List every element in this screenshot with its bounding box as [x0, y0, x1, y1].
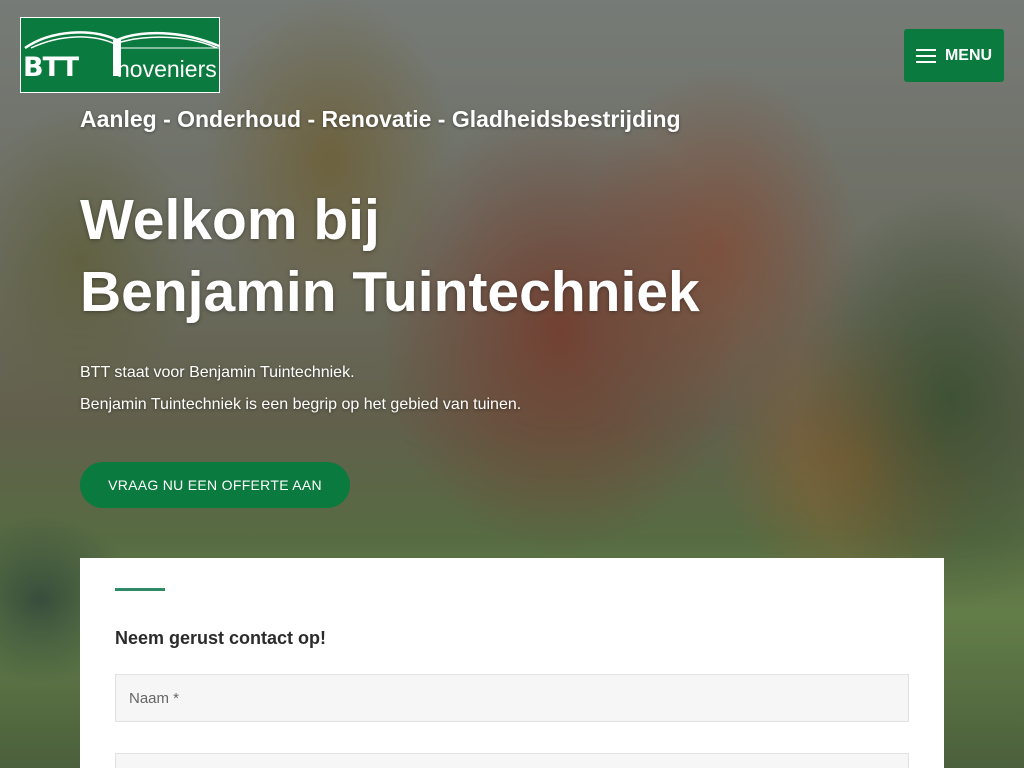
- menu-label: MENU: [944, 46, 993, 64]
- logo-word-text: hoveniers: [117, 56, 217, 82]
- heading-accent-line: [115, 588, 165, 591]
- hero-text-line-2: Benjamin Tuintechniek is een begrip op h…: [80, 396, 522, 413]
- name-input[interactable]: [115, 674, 909, 722]
- menu-button[interactable]: MENU: [904, 29, 1004, 82]
- contact-heading: Neem gerust contact op!: [115, 628, 327, 648]
- site-logo[interactable]: BTT hoveniers: [20, 17, 220, 93]
- hero-description: BTT staat voor Benjamin Tuintechniek. Be…: [80, 357, 521, 421]
- hero-tagline: Aanleg - Onderhoud - Renovatie - Gladhei…: [80, 106, 681, 132]
- logo-mark-text: BTT: [23, 52, 79, 83]
- hero-title: Welkom bij Benjamin Tuintechniek: [80, 184, 700, 328]
- hero-text-line-1: BTT staat voor Benjamin Tuintechniek.: [80, 364, 355, 381]
- hero-title-line-2: Benjamin Tuintechniek: [80, 260, 700, 324]
- hero-title-line-1: Welkom bij: [80, 188, 380, 252]
- hamburger-icon: [915, 48, 936, 63]
- contact-form-card: Neem gerust contact op!: [80, 558, 944, 768]
- request-quote-button[interactable]: VRAAG NU EEN OFFERTE AAN: [80, 462, 350, 508]
- second-input[interactable]: [115, 753, 909, 768]
